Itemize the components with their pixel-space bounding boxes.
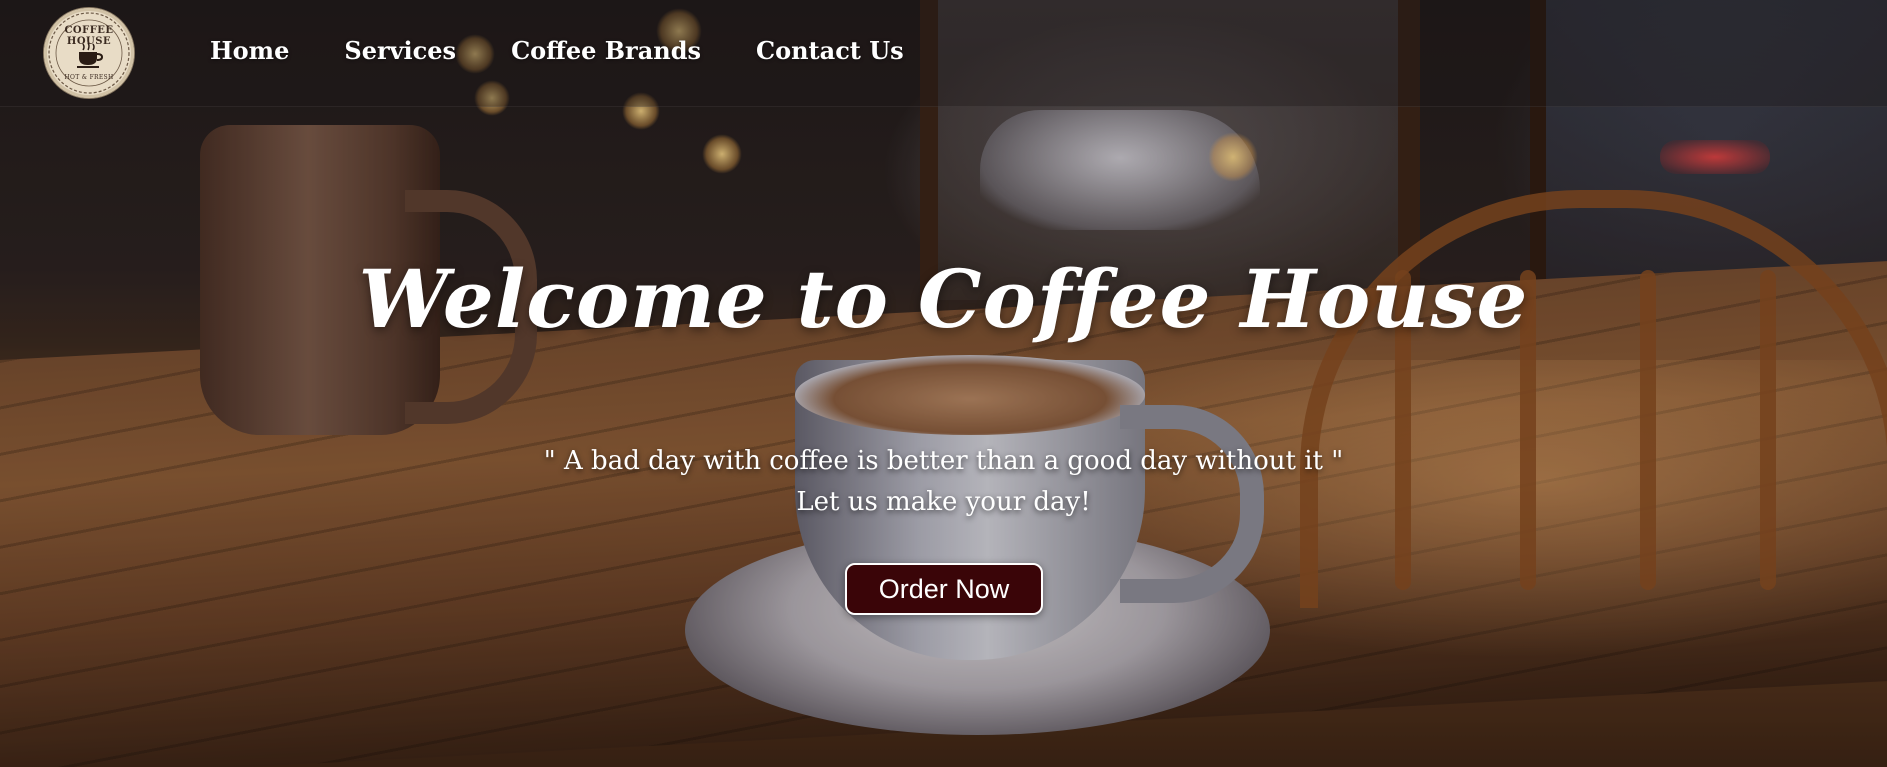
logo-tagline: HOT & FRESH [64, 74, 114, 81]
order-now-button[interactable]: Order Now [845, 563, 1043, 615]
top-navbar: COFFEE HOUSE HOT & FRESH Home Services C… [0, 0, 1887, 107]
nav-link-contact-us[interactable]: Contact Us [756, 36, 904, 65]
nav-link-services[interactable]: Services [344, 36, 456, 65]
nav-menu: Home Services Coffee Brands Contact Us [210, 36, 959, 65]
hero-section: Welcome to Coffee House " A bad day with… [0, 0, 1887, 767]
hero-subline: Let us make your day! [796, 487, 1091, 517]
nav-link-coffee-brands[interactable]: Coffee Brands [511, 36, 701, 65]
hero-title: Welcome to Coffee House [358, 252, 1529, 346]
hero-quote: " A bad day with coffee is better than a… [543, 446, 1344, 476]
nav-link-home[interactable]: Home [210, 36, 289, 65]
coffee-cup-icon [77, 42, 104, 68]
site-logo[interactable]: COFFEE HOUSE HOT & FRESH [44, 8, 134, 98]
